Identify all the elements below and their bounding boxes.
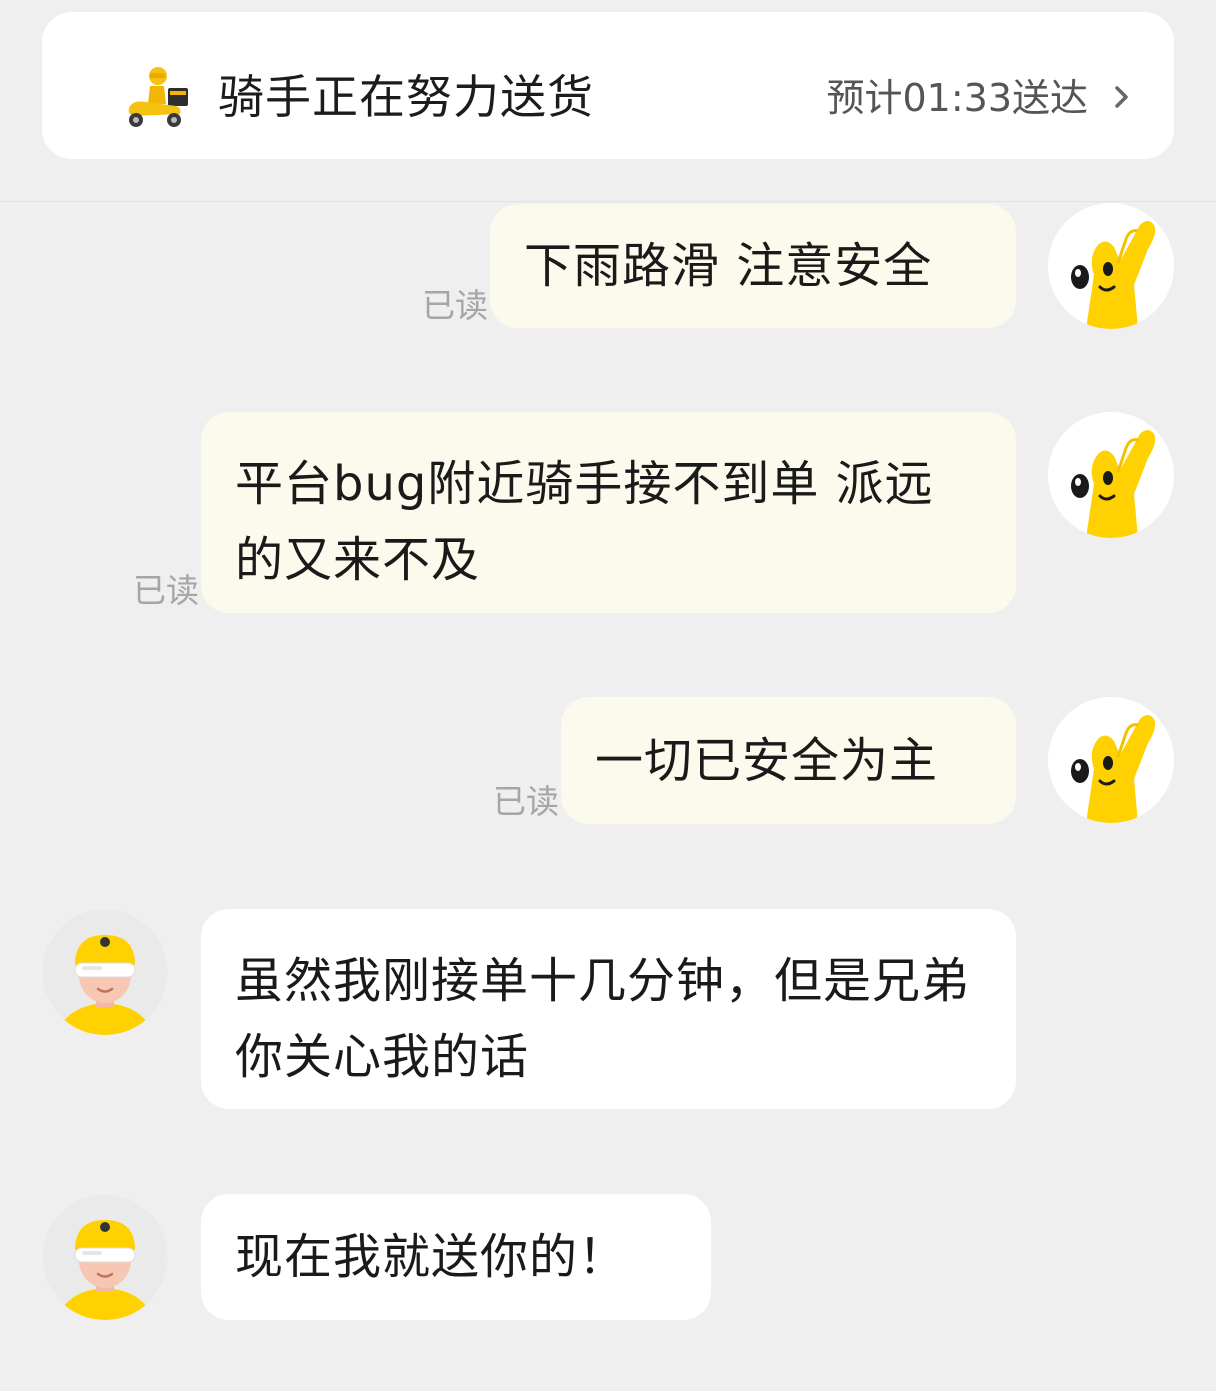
hand-mascot-icon <box>1048 203 1174 329</box>
rider-message-bubble[interactable]: 虽然我刚接单十几分钟，但是兄弟你关心我的话 <box>201 909 1016 1109</box>
hand-mascot-icon <box>1048 697 1174 823</box>
my-avatar[interactable] <box>1048 697 1174 823</box>
header-divider <box>0 201 1216 202</box>
chevron-right-icon[interactable] <box>1112 74 1132 120</box>
rider-avatar[interactable] <box>42 1194 168 1320</box>
rider-scooter-icon <box>120 64 190 130</box>
estimated-arrival: 预计01:33送达 <box>826 76 1088 120</box>
read-receipt: 已读 <box>422 286 488 325</box>
read-receipt: 已读 <box>133 571 199 610</box>
delivery-status-card[interactable]: 骑手正在努力送货 预计01:33送达 <box>42 12 1174 159</box>
message-text: 虽然我刚接单十几分钟，但是兄弟你关心我的话 <box>235 953 971 1085</box>
my-message-bubble[interactable]: 一切已安全为主 <box>561 697 1016 824</box>
message-text: 一切已安全为主 <box>595 733 939 789</box>
rider-message-bubble[interactable]: 现在我就送你的！ <box>201 1194 711 1320</box>
hand-mascot-icon <box>1048 412 1174 538</box>
delivery-status-title: 骑手正在努力送货 <box>218 70 594 124</box>
message-text: 下雨路滑 注意安全 <box>524 238 933 294</box>
my-avatar[interactable] <box>1048 203 1174 329</box>
rider-avatar[interactable] <box>42 909 168 1035</box>
message-text: 平台bug附近骑手接不到单 派远的又来不及 <box>235 456 934 588</box>
rider-avatar-icon <box>42 1194 168 1320</box>
rider-avatar-icon <box>42 909 168 1035</box>
read-receipt: 已读 <box>493 782 559 821</box>
message-text: 现在我就送你的！ <box>235 1229 628 1285</box>
my-message-bubble[interactable]: 平台bug附近骑手接不到单 派远的又来不及 <box>201 412 1016 613</box>
my-message-bubble[interactable]: 下雨路滑 注意安全 <box>490 204 1016 328</box>
my-avatar[interactable] <box>1048 412 1174 538</box>
